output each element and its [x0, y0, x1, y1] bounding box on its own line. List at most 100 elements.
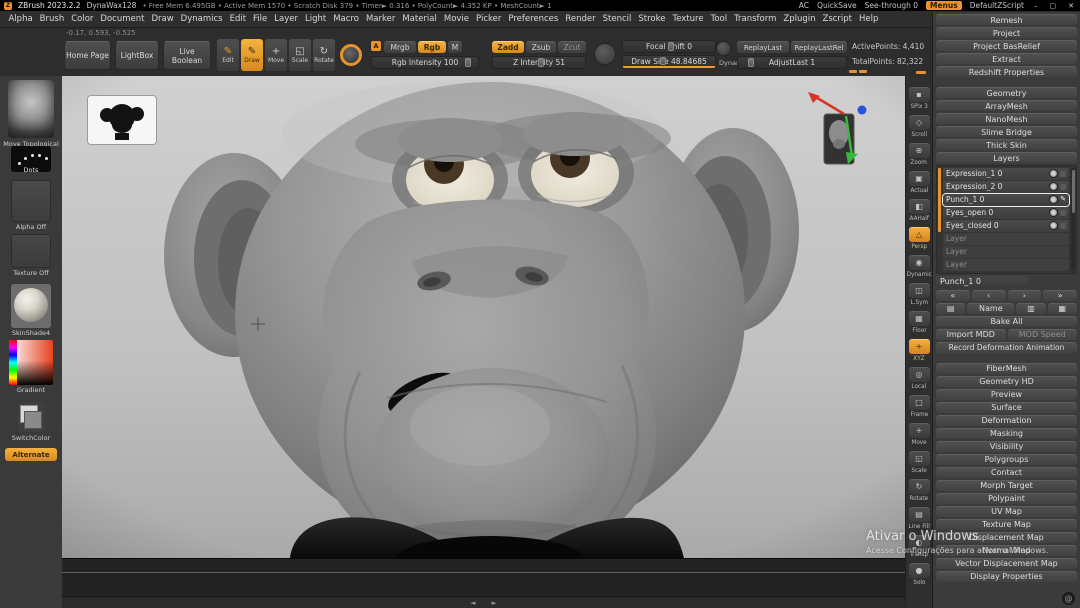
layer-visibility-icon[interactable] [1049, 221, 1058, 231]
layer-row[interactable]: Expression_1 0 [943, 168, 1069, 180]
menu-item[interactable]: Layer [271, 14, 302, 24]
canvas-shelf-button[interactable]: ◱ Scale [908, 451, 931, 474]
home-page-button[interactable]: Home Page [64, 41, 111, 70]
layer-visibility-icon[interactable] [1049, 195, 1059, 205]
layer-intensity-icon[interactable] [1060, 222, 1066, 229]
tool-action-button[interactable]: Redshift Properties [936, 66, 1077, 77]
layer-record-icon[interactable]: ✎ [1060, 196, 1066, 203]
layer-visibility-icon[interactable] [1049, 182, 1058, 192]
subpalette-header[interactable]: Contact [936, 466, 1077, 478]
zadd-button[interactable]: Zadd [492, 41, 524, 53]
menu-item[interactable]: Stroke [635, 14, 669, 24]
layer-row[interactable]: Expression_2 0 [943, 181, 1069, 193]
alternate-button[interactable]: Alternate [5, 448, 57, 461]
canvas-shelf-button[interactable]: ▤ Line Fill [908, 507, 931, 530]
canvas-shelf-button[interactable]: + Move [908, 423, 931, 446]
bake-all-button[interactable]: Bake All [936, 315, 1077, 327]
layer-row[interactable]: Eyes_closed 0 [943, 220, 1069, 232]
menu-item[interactable]: Material [399, 14, 441, 24]
menu-item[interactable]: Light [301, 14, 329, 24]
layer-nav-button[interactable]: ‹ [971, 289, 1006, 301]
default-zscript-button[interactable]: DefaultZScript [970, 1, 1024, 10]
menu-item[interactable]: Zscript [819, 14, 856, 24]
menus-button[interactable]: Menus [926, 1, 962, 10]
selected-layer-slider[interactable]: Punch_1 0 [936, 275, 1028, 288]
canvas-shelf-button[interactable]: + XYZ [908, 339, 931, 362]
rotate-mode-button[interactable]: ↻ Rotate [313, 39, 335, 71]
draw-mode-button[interactable]: ✎ Draw [241, 39, 263, 71]
maximize-button[interactable]: ▢ [1048, 2, 1059, 10]
close-button[interactable]: ✕ [1066, 2, 1076, 10]
menu-item[interactable]: Preferences [505, 14, 562, 24]
menu-item[interactable]: Dynamics [177, 14, 226, 24]
menu-item[interactable]: File [250, 14, 271, 24]
subpalette-header[interactable]: FiberMesh [936, 362, 1077, 374]
menu-item[interactable]: Render [562, 14, 599, 24]
subpalette-header[interactable]: NanoMesh [936, 113, 1077, 124]
menu-item[interactable]: Macro [330, 14, 363, 24]
material-thumbnail[interactable] [11, 284, 51, 328]
canvas-shelf-button[interactable]: ● Solo [908, 563, 931, 586]
scroll-left-icon[interactable]: ◄ [470, 598, 475, 608]
subpalette-header[interactable]: Polygroups [936, 453, 1077, 465]
lightbox-button[interactable]: LightBox [115, 41, 159, 70]
subpalette-header[interactable]: Preview [936, 388, 1077, 400]
layers-scrollbar[interactable] [1071, 168, 1075, 271]
canvas-shelf-button[interactable]: ▣ Actual [908, 171, 931, 194]
subpalette-header[interactable]: Polypaint [936, 492, 1077, 504]
menu-item[interactable]: Help [856, 14, 882, 24]
layer-nav-button[interactable]: » [1043, 289, 1077, 301]
canvas-shelf-button[interactable]: ↻ Rotate [908, 479, 931, 502]
layer-intensity-icon[interactable] [1060, 209, 1066, 216]
edit-mode-button[interactable]: ✎ Edit [217, 39, 239, 71]
subpalette-header[interactable]: Geometry [936, 87, 1077, 98]
subpalette-header[interactable]: Visibility [936, 440, 1077, 452]
layer-nav-button[interactable]: « [936, 289, 970, 301]
menu-item[interactable]: Picker [473, 14, 505, 24]
canvas-shelf-button[interactable]: ◉ Dynamic [906, 255, 932, 278]
tool-action-button[interactable]: Project BasRelief [936, 40, 1077, 51]
m-button[interactable]: M [448, 41, 462, 53]
subpalette-header[interactable]: UV Map [936, 505, 1077, 517]
hue-strip[interactable] [9, 340, 17, 385]
layer-visibility-icon[interactable] [1049, 208, 1058, 218]
layer-row-empty[interactable]: Layer [943, 259, 1069, 271]
replay-last-rel-button[interactable]: ReplayLastRel [791, 41, 847, 53]
minimize-button[interactable]: – [1032, 2, 1040, 10]
layer-row-empty[interactable]: Layer [943, 246, 1069, 258]
alpha-thumbnail[interactable] [11, 180, 51, 222]
subpalette-header[interactable]: Texture Map [936, 518, 1077, 530]
tool-action-button[interactable]: Extract [936, 53, 1077, 64]
subpalette-header[interactable]: Masking [936, 427, 1077, 439]
layer-intensity-icon[interactable] [1060, 183, 1066, 190]
subpalette-header[interactable]: Geometry HD [936, 375, 1077, 387]
menu-item[interactable]: Movie [440, 14, 472, 24]
menu-item[interactable]: Stencil [599, 14, 635, 24]
menu-item[interactable]: Texture [669, 14, 707, 24]
layer-row-empty[interactable]: Layer [943, 233, 1069, 245]
layer-split-button[interactable]: ▤ [936, 302, 966, 314]
subpalette-header[interactable]: Normal Map [936, 544, 1077, 556]
canvas-shelf-button[interactable]: ◫ L.Sym [908, 283, 931, 306]
menu-item[interactable]: Brush [36, 14, 68, 24]
canvas-shelf-button[interactable]: ▦ Floor [908, 311, 931, 334]
adjust-last-slider[interactable]: AdjustLast 1 [737, 56, 847, 69]
canvas-shelf-button[interactable]: □ Frame [908, 395, 931, 418]
document-thumbnail[interactable] [88, 96, 156, 144]
tool-action-button[interactable]: Project [936, 27, 1077, 38]
monkey-sculpt[interactable] [62, 76, 905, 558]
subpalette-header[interactable]: Vector Displacement Map [936, 557, 1077, 569]
layer-row[interactable]: Eyes_open 0 [943, 207, 1069, 219]
subpalette-header[interactable]: Display Properties [936, 570, 1077, 582]
subpalette-header[interactable]: Thick Skin [936, 139, 1077, 150]
layer-intensity-icon[interactable] [1060, 170, 1066, 177]
menu-item[interactable]: Alpha [5, 14, 36, 24]
move-mode-button[interactable]: + Move [265, 39, 287, 71]
tool-action-button[interactable]: Remesh [936, 14, 1077, 25]
focal-shift-slider[interactable]: Focal Shift 0 [622, 40, 716, 53]
current-brush-thumbnail[interactable] [8, 80, 54, 138]
canvas-shelf-button[interactable]: ◇ Scroll [908, 115, 931, 138]
menu-item[interactable]: Transform [731, 14, 780, 24]
layers-subpalette-header[interactable]: Layers [936, 152, 1077, 163]
subpalette-header[interactable]: ArrayMesh [936, 100, 1077, 111]
